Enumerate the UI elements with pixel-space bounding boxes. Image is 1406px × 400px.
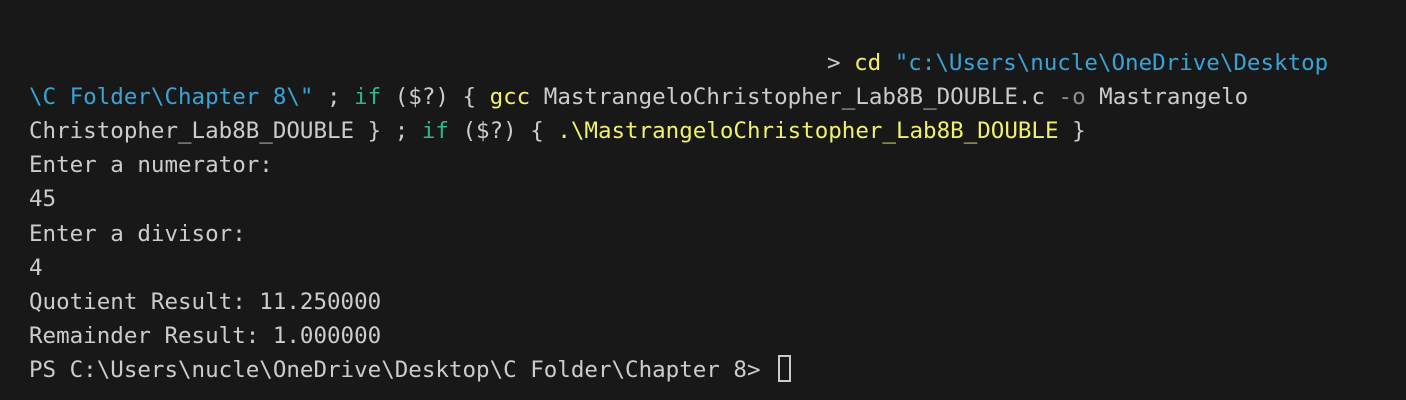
source-file: MastrangeloChristopher_Lab8B_DOUBLE.c [530,84,1059,110]
command-line-2: \C Folder\Chapter 8\" ; if ($?) { gcc Ma… [29,80,1248,114]
path-string-end: \C Folder\Chapter 8\" [29,84,314,110]
output-line: 4 [29,255,43,281]
output-line: Enter a numerator: [29,152,273,178]
brace-close-2: } [1058,118,1086,144]
terminal-cursor[interactable] [778,355,792,382]
condition-2: ($?) [448,118,531,144]
output-flag: -o [1058,84,1086,110]
condition-1: ($?) [381,84,463,110]
output-line: Enter a divisor: [29,221,246,247]
output-name-start: Mastrangelo [1085,84,1249,110]
shell-prompt: PS C:\Users\nucle\OneDrive\Desktop\C Fol… [29,357,775,383]
separator-1: ; [313,84,355,110]
shell-prompt-line[interactable]: PS C:\Users\nucle\OneDrive\Desktop\C Fol… [29,353,792,387]
if-keyword-1: if [354,84,382,110]
cd-command: cd [854,50,882,76]
run-executable: .\MastrangeloChristopher_Lab8B_DOUBLE [557,118,1059,144]
command-line-3: Christopher_Lab8B_DOUBLE } ; if ($?) { .… [29,114,1086,148]
separator-2: ; [381,118,422,144]
output-name-end: Christopher_Lab8B_DOUBLE [29,118,355,144]
brace-close-1: } [354,118,382,144]
prompt-glyph: > [827,50,841,76]
output-line: Remainder Result: 1.000000 [29,323,382,349]
output-line: 45 [29,186,57,212]
brace-open-2: { [530,118,558,144]
if-keyword-2: if [421,118,449,144]
brace-open-1: { [462,84,490,110]
terminal-panel[interactable]: > cd "c:\Users\nucle\OneDrive\Desktop \C… [0,0,1406,400]
gcc-command: gcc [489,84,531,110]
command-line-1: > cd "c:\Users\nucle\OneDrive\Desktop [827,46,1328,80]
path-string-start: "c:\Users\nucle\OneDrive\Desktop [894,50,1329,76]
output-line: Quotient Result: 11.250000 [29,289,382,315]
